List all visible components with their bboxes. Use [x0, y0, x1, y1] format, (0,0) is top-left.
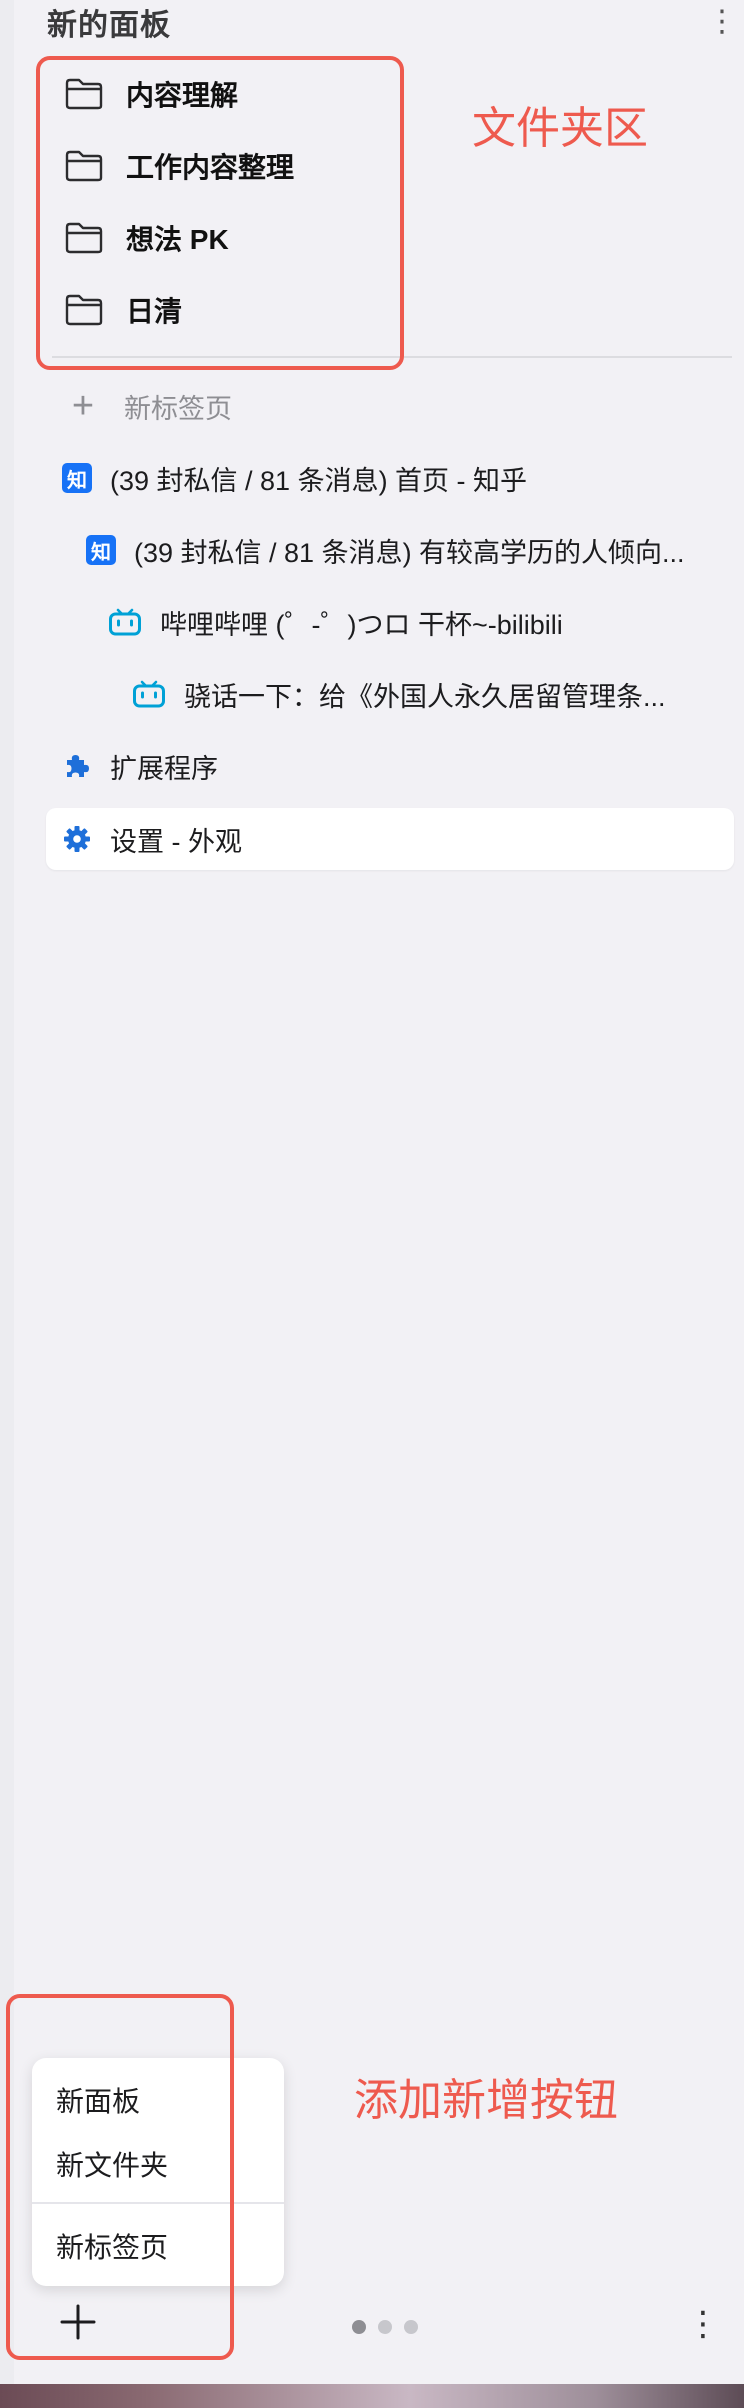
annotation-label-folder-area: 文件夹区 [472, 104, 648, 153]
more-vertical-icon[interactable]: ⋮ [707, 7, 737, 37]
zhihu-icon: 知 [62, 463, 92, 493]
bilibili-icon [132, 679, 184, 709]
tab-item[interactable]: 哔哩哔哩 (゜-゜)つロ 干杯~-bilibili [108, 594, 563, 650]
page-dot[interactable] [404, 2320, 418, 2334]
new-tab-button[interactable]: + 新标签页 [66, 378, 232, 434]
new-tab-label: 新标签页 [124, 393, 232, 424]
tab-title: 设置 - 外观 [110, 826, 242, 857]
tab-item-active[interactable]: 设置 - 外观 [62, 811, 242, 867]
tab-item[interactable]: 知 (39 封私信 / 81 条消息) 有较高学历的人倾向... [86, 522, 685, 578]
panel-header: 新的面板 ⋮ [47, 0, 737, 44]
puzzle-icon [62, 751, 110, 781]
gear-icon [62, 824, 110, 854]
annotation-box-add-button [6, 1994, 234, 2360]
tab-title: 哔哩哔哩 (゜-゜)つロ 干杯~-bilibili [160, 609, 563, 640]
tab-title: 扩展程序 [110, 753, 218, 784]
annotation-label-add-button: 添加新增按钮 [354, 2076, 618, 2125]
annotation-box-folder-area [36, 56, 404, 370]
page-dot[interactable] [378, 2320, 392, 2334]
zhihu-icon: 知 [86, 535, 116, 565]
plus-icon: + [71, 384, 95, 427]
page-indicator [352, 2320, 418, 2334]
more-vertical-icon[interactable]: ⋮ [686, 2304, 720, 2344]
tab-title: 骁话一下：给《外国人永久居留管理条... [184, 681, 666, 712]
tab-item[interactable]: 扩展程序 [62, 738, 218, 794]
tab-item[interactable]: 骁话一下：给《外国人永久居留管理条... [132, 666, 666, 722]
tab-title: (39 封私信 / 81 条消息) 有较高学历的人倾向... [134, 537, 685, 568]
tab-title: (39 封私信 / 81 条消息) 首页 - 知乎 [110, 465, 528, 496]
desktop-background [0, 2384, 744, 2408]
tab-item[interactable]: 知 (39 封私信 / 81 条消息) 首页 - 知乎 [62, 450, 527, 506]
panel-title[interactable]: 新的面板 [47, 0, 171, 44]
bilibili-icon [108, 607, 160, 637]
page-dot-active[interactable] [352, 2320, 366, 2334]
